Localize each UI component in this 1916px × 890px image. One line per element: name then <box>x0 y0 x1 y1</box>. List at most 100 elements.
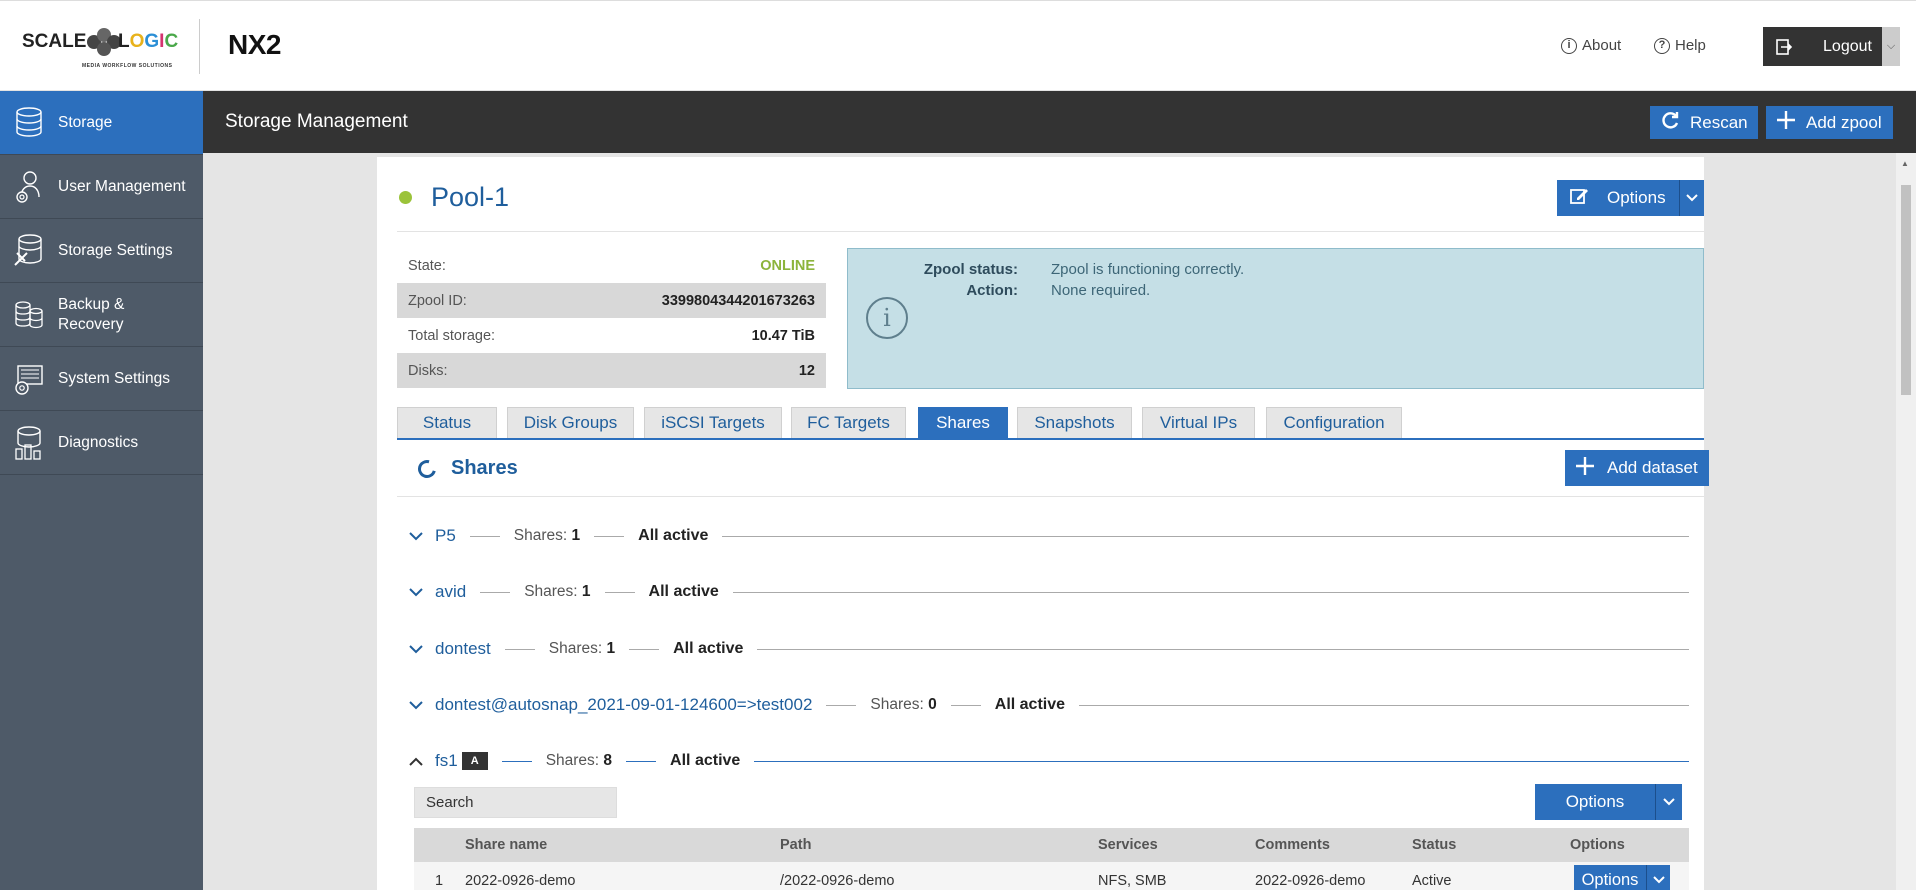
dataset-name[interactable]: fs1 <box>435 751 458 771</box>
row-options-dropdown[interactable] <box>1646 865 1670 890</box>
help-link[interactable]: ? Help <box>1654 37 1706 54</box>
logo-text-right: LOGIC <box>118 31 179 52</box>
dataset-share-count: Shares: 1 <box>513 527 581 544</box>
row-number: 1 <box>435 873 444 889</box>
dataset-status: All active <box>638 527 709 544</box>
divider <box>626 760 657 762</box>
table-options-dropdown[interactable] <box>1655 784 1682 820</box>
dataset-share-count: Shares: 8 <box>545 752 613 769</box>
info-value: ONLINE <box>760 257 815 274</box>
chevron-down-icon[interactable] <box>397 531 435 541</box>
table-options-label[interactable]: Options <box>1535 784 1655 820</box>
pool-options-label: Options <box>1607 188 1666 207</box>
status-cell: Active <box>1412 873 1452 889</box>
pool-options-button[interactable]: Options <box>1557 180 1704 216</box>
sidebar-item-user-management[interactable]: User Management <box>0 155 203 219</box>
page-title: Storage Management <box>225 111 408 132</box>
info-key: Disks: <box>408 362 448 379</box>
vertical-scrollbar[interactable]: ▲ <box>1896 153 1916 890</box>
dataset-status: All active <box>648 583 719 600</box>
tab-fc-targets[interactable]: FC Targets <box>791 407 906 438</box>
sidebar-item-backup-recovery[interactable]: Backup & Recovery <box>0 283 203 347</box>
info-value: 12 <box>798 362 815 379</box>
pool-panel: Pool-1 Options State: ONLINE Zpool ID: 3… <box>377 157 1709 890</box>
storage-settings-icon <box>0 233 58 269</box>
pool-options-main[interactable]: Options <box>1557 180 1679 216</box>
shares-heading: Shares <box>451 457 518 479</box>
chevron-down-icon[interactable] <box>397 700 435 710</box>
tab-iscsi-targets[interactable]: iSCSI Targets <box>644 407 782 438</box>
tab-shares[interactable]: Shares <box>918 407 1008 438</box>
question-icon: ? <box>1654 37 1670 54</box>
info-value: 10.47 TiB <box>751 327 815 344</box>
info-key: State: <box>408 257 446 274</box>
column-header-options: Options <box>1570 837 1625 853</box>
storage-icon <box>0 106 58 140</box>
action-value: None required. <box>1051 282 1151 299</box>
row-options-button[interactable]: Options <box>1574 865 1670 890</box>
sidebar-item-label: Storage Settings <box>58 241 173 259</box>
column-header-path[interactable]: Path <box>780 837 811 853</box>
comments-cell: 2022-0926-demo <box>1255 873 1366 889</box>
info-row-disks: Disks: 12 <box>397 353 826 388</box>
divider <box>722 535 1689 537</box>
chevron-down-icon[interactable] <box>397 587 435 597</box>
tab-snapshots[interactable]: Snapshots <box>1017 407 1132 438</box>
row-options-label[interactable]: Options <box>1574 865 1646 890</box>
dataset-row[interactable]: dontest Shares: 1 All active <box>397 635 1689 663</box>
add-zpool-button[interactable]: Add zpool <box>1766 106 1893 139</box>
column-header-comments[interactable]: Comments <box>1255 837 1330 853</box>
logo-tagline: MEDIA WORKFLOW SOLUTIONS <box>82 63 173 69</box>
logout-button[interactable]: Logout <box>1763 27 1900 66</box>
sidebar-item-diagnostics[interactable]: Diagnostics <box>0 411 203 475</box>
add-dataset-button[interactable]: Add dataset <box>1565 450 1709 486</box>
dataset-row-expanded[interactable]: fs1 A Shares: 8 All active <box>397 747 1689 775</box>
dataset-row[interactable]: dontest@autosnap_2021-09-01-124600=>test… <box>397 691 1689 719</box>
plus-icon <box>1776 110 1796 135</box>
tab-configuration[interactable]: Configuration <box>1266 407 1402 438</box>
scrollbar-thumb[interactable] <box>1901 185 1911 395</box>
plus-icon <box>1575 456 1595 481</box>
services-cell: NFS, SMB <box>1098 873 1167 889</box>
dataset-name[interactable]: avid <box>435 582 466 602</box>
tab-disk-groups[interactable]: Disk Groups <box>507 407 634 438</box>
column-header-services[interactable]: Services <box>1098 837 1158 853</box>
table-options-button[interactable]: Options <box>1535 784 1682 820</box>
about-link[interactable]: i About <box>1561 37 1621 54</box>
divider <box>604 591 635 593</box>
tab-virtual-ips[interactable]: Virtual IPs <box>1142 407 1255 438</box>
info-value: 3399804344201673263 <box>661 292 815 309</box>
table-row[interactable]: 1 2022-0926-demo /2022-0926-demo NFS, SM… <box>414 862 1689 890</box>
dataset-share-count: Shares: 1 <box>524 583 591 600</box>
pool-options-dropdown[interactable] <box>1679 180 1704 216</box>
rescan-button[interactable]: Rescan <box>1650 106 1758 139</box>
column-header-status[interactable]: Status <box>1412 837 1456 853</box>
dataset-name[interactable]: dontest@autosnap_2021-09-01-124600=>test… <box>435 695 812 715</box>
info-key: Total storage: <box>408 327 496 344</box>
divider <box>950 704 981 706</box>
search-input[interactable] <box>414 787 617 818</box>
dataset-name[interactable]: dontest <box>435 639 491 659</box>
info-icon: i <box>1561 37 1577 54</box>
info-key: Zpool ID: <box>408 292 467 309</box>
dataset-row[interactable]: avid Shares: 1 All active <box>397 578 1689 606</box>
sidebar-item-storage[interactable]: Storage <box>0 91 203 155</box>
diagnostics-icon <box>0 425 58 461</box>
sidebar-item-system-settings[interactable]: System Settings <box>0 347 203 411</box>
info-icon: i <box>866 297 908 339</box>
divider <box>397 231 1704 232</box>
dataset-row[interactable]: P5 Shares: 1 All active <box>397 522 1689 550</box>
chevron-down-icon[interactable] <box>397 644 435 654</box>
column-header-share-name[interactable]: Share name <box>465 837 547 853</box>
edit-icon <box>1569 186 1589 211</box>
main-content: Pool-1 Options State: ONLINE Zpool ID: 3… <box>203 153 1916 890</box>
tab-status[interactable]: Status <box>397 407 497 438</box>
logout-dropdown-toggle[interactable]: ⌵ <box>1882 27 1900 66</box>
scroll-up-icon[interactable]: ▲ <box>1901 159 1909 168</box>
refresh-icon <box>1660 110 1680 135</box>
dataset-name[interactable]: P5 <box>435 526 456 546</box>
chevron-up-icon[interactable] <box>397 757 435 766</box>
sidebar-item-storage-settings[interactable]: Storage Settings <box>0 219 203 283</box>
divider <box>754 760 1689 762</box>
sidebar-item-label: System Settings <box>58 369 170 387</box>
